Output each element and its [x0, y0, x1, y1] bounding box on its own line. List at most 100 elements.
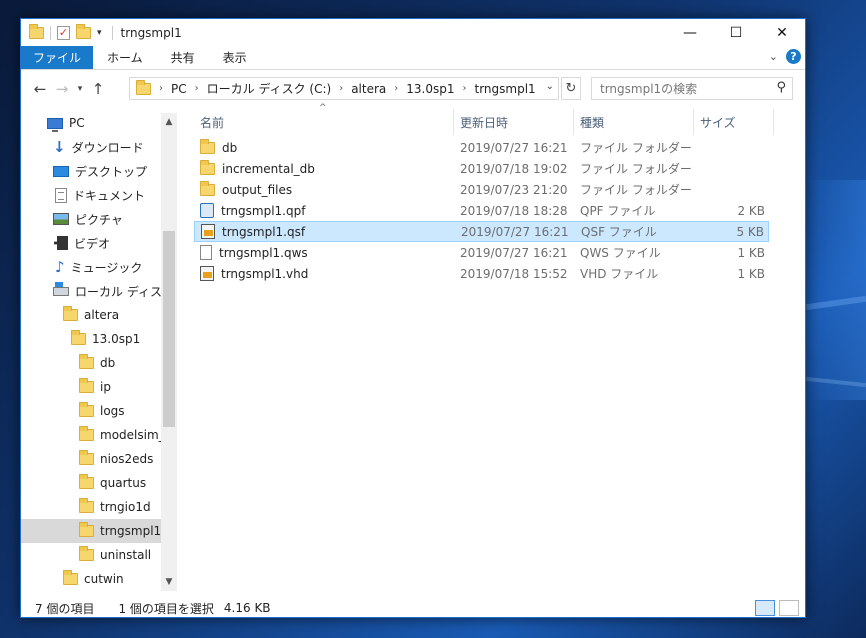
- chevron-right-icon[interactable]: ›: [394, 83, 398, 94]
- tab-home[interactable]: ホーム: [93, 46, 157, 69]
- sidebar-item-label: PC: [69, 116, 85, 130]
- navigation-scrollbar[interactable]: ▲ ▼: [161, 113, 177, 591]
- search-icon: ⚲: [776, 80, 786, 95]
- sidebar-item-label: quartus: [100, 476, 147, 490]
- breadcrumb-altera[interactable]: altera: [351, 82, 386, 96]
- sidebar-item-cutwin[interactable]: cutwin: [21, 567, 177, 591]
- sidebar-item-modelsim[interactable]: modelsim_a: [21, 423, 177, 447]
- sidebar-item-db[interactable]: db: [21, 351, 177, 375]
- sidebar-item-uninstall[interactable]: uninstall: [21, 543, 177, 567]
- sidebar-item-pictures[interactable]: ピクチャ: [21, 207, 177, 231]
- selection-count: 1 個の項目を選択: [118, 601, 214, 616]
- sidebar-item-altera[interactable]: altera: [21, 303, 177, 327]
- breadcrumb-trngsmpl1[interactable]: trngsmpl1: [475, 82, 536, 96]
- column-header-size[interactable]: サイズ: [694, 109, 774, 135]
- properties-icon[interactable]: ✓: [57, 25, 70, 40]
- sidebar-item-label: uninstall: [100, 548, 152, 562]
- folder-icon: [79, 474, 94, 489]
- table-row[interactable]: output_files 2019/07/23 21:20 ファイル フォルダー: [194, 179, 769, 200]
- sidebar-item-desktop[interactable]: デスクトップ: [21, 159, 177, 183]
- chevron-right-icon[interactable]: ›: [463, 83, 467, 94]
- maximize-button[interactable]: ☐: [713, 19, 759, 46]
- folder-icon: [63, 570, 78, 585]
- chevron-down-icon[interactable]: ▼: [161, 577, 177, 587]
- folder-icon: [79, 354, 94, 369]
- table-row-selected[interactable]: trngsmpl1.qsf 2019/07/27 16:21 QSF ファイル …: [194, 221, 769, 242]
- tab-share[interactable]: 共有: [157, 46, 209, 69]
- divider: [50, 25, 51, 40]
- chevron-right-icon[interactable]: ›: [159, 83, 163, 94]
- sidebar-item-label: ドキュメント: [73, 188, 146, 203]
- sidebar-item-logs[interactable]: logs: [21, 399, 177, 423]
- folder-icon: [79, 378, 94, 393]
- close-button[interactable]: ✕: [759, 19, 805, 46]
- new-folder-icon[interactable]: [76, 23, 91, 39]
- tab-file[interactable]: ファイル: [21, 46, 94, 69]
- desktop-icon: [53, 165, 69, 177]
- help-icon[interactable]: ?: [786, 49, 801, 64]
- table-row[interactable]: trngsmpl1.qpf 2019/07/18 18:28 QPF ファイル …: [194, 200, 769, 221]
- back-button[interactable]: ←: [29, 80, 51, 98]
- expand-ribbon-icon[interactable]: ⌄: [769, 50, 778, 63]
- folder-icon: [79, 450, 94, 465]
- file-date: 2019/07/27 16:21: [461, 224, 569, 239]
- file-size: 1 KB: [737, 266, 765, 281]
- address-row: ← → ▾ ↑ › PC › ローカル ディスク (C:) › altera ›…: [21, 75, 805, 103]
- table-row[interactable]: trngsmpl1.qws 2019/07/27 16:21 QWS ファイル …: [194, 242, 769, 263]
- qsf-file-icon: [201, 224, 215, 239]
- sidebar-item-pc[interactable]: PC: [21, 113, 177, 135]
- folder-icon: [200, 138, 215, 154]
- table-row[interactable]: db 2019/07/27 16:21 ファイル フォルダー: [194, 137, 769, 158]
- breadcrumb-pc[interactable]: PC: [171, 82, 187, 96]
- download-icon: ↓: [53, 138, 66, 156]
- recent-locations-icon[interactable]: ▾: [73, 84, 87, 94]
- refresh-button[interactable]: ↻: [561, 77, 581, 100]
- sidebar-item-13-0sp1[interactable]: 13.0sp1: [21, 327, 177, 351]
- file-type: ファイル フォルダー: [580, 183, 692, 197]
- sidebar-item-label: trngio1d: [100, 500, 151, 514]
- sidebar-item-nios2eds[interactable]: nios2eds: [21, 447, 177, 471]
- scrollbar-thumb[interactable]: [163, 231, 175, 427]
- sidebar-item-trngsmpl1[interactable]: trngsmpl1: [21, 519, 177, 543]
- breadcrumb-local-disk[interactable]: ローカル ディスク (C:): [207, 80, 332, 97]
- forward-button[interactable]: →: [51, 80, 73, 98]
- table-row[interactable]: trngsmpl1.vhd 2019/07/18 15:52 VHD ファイル …: [194, 263, 769, 284]
- tab-view[interactable]: 表示: [209, 46, 261, 69]
- file-type: QWS ファイル: [580, 246, 661, 260]
- up-button[interactable]: ↑: [87, 80, 109, 98]
- folder-icon: [79, 402, 94, 417]
- sidebar-item-trngio1d[interactable]: trngio1d: [21, 495, 177, 519]
- column-header-type[interactable]: 種類: [574, 109, 694, 135]
- chevron-up-icon[interactable]: ▲: [161, 117, 177, 127]
- sidebar-item-music[interactable]: ♪ ミュージック: [21, 255, 177, 279]
- window-title: trngsmpl1: [120, 25, 182, 40]
- file-date: 2019/07/27 16:21: [460, 140, 568, 155]
- chevron-right-icon[interactable]: ›: [195, 83, 199, 94]
- customize-toolbar-icon[interactable]: ▾: [97, 28, 102, 38]
- sidebar-item-label: ピクチャ: [75, 212, 123, 227]
- sidebar-item-ip[interactable]: ip: [21, 375, 177, 399]
- column-header-date[interactable]: 更新日時: [454, 109, 574, 135]
- sidebar-item-documents[interactable]: ドキュメント: [21, 183, 177, 207]
- breadcrumb-13-0sp1[interactable]: 13.0sp1: [406, 82, 454, 96]
- details-view-icon[interactable]: [755, 600, 775, 616]
- chevron-down-icon[interactable]: ⌄: [546, 81, 554, 92]
- file-date: 2019/07/18 19:02: [460, 161, 568, 176]
- address-bar[interactable]: › PC › ローカル ディスク (C:) › altera › 13.0sp1…: [129, 77, 559, 100]
- chevron-right-icon[interactable]: ›: [339, 83, 343, 94]
- sidebar-item-downloads[interactable]: ↓ ダウンロード: [21, 135, 177, 159]
- large-icons-view-icon[interactable]: [779, 600, 799, 616]
- sidebar-item-local-disk[interactable]: ローカル ディスク (C: [21, 279, 177, 303]
- file-name: trngsmpl1.qsf: [222, 224, 306, 239]
- drive-icon: [53, 281, 69, 296]
- file-date: 2019/07/18 15:52: [460, 266, 568, 281]
- sidebar-item-videos[interactable]: ビデオ: [21, 231, 177, 255]
- music-icon: ♪: [55, 258, 65, 276]
- search-input[interactable]: trngsmpl1の検索 ⚲: [591, 77, 793, 100]
- folder-icon: [79, 498, 94, 513]
- sidebar-item-quartus[interactable]: quartus: [21, 471, 177, 495]
- table-row[interactable]: incremental_db 2019/07/18 19:02 ファイル フォル…: [194, 158, 769, 179]
- minimize-button[interactable]: —: [667, 19, 713, 46]
- qpf-file-icon: [200, 203, 214, 218]
- column-header-name[interactable]: 名前: [194, 109, 454, 135]
